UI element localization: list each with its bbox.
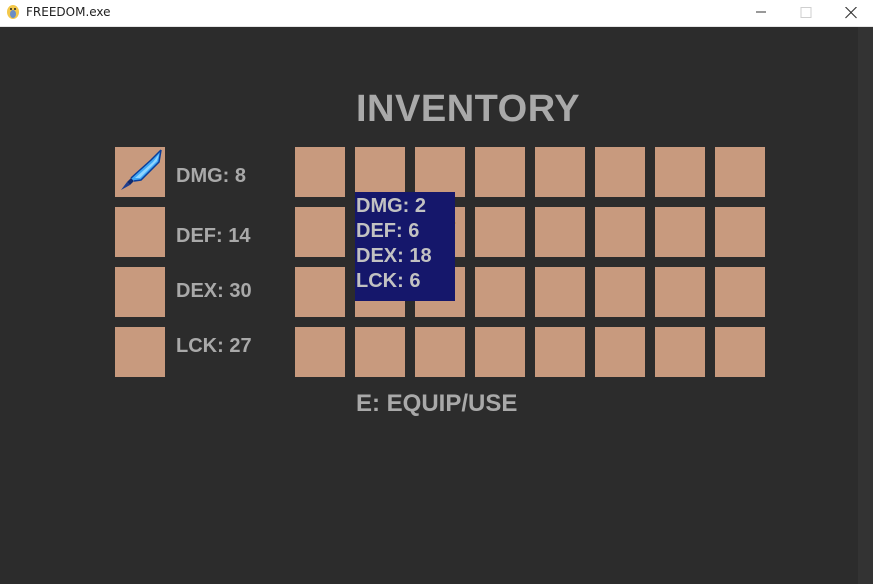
tooltip-def: DEF: 6 (356, 220, 420, 242)
pygame-snake-icon (7, 5, 19, 19)
inventory-title: INVENTORY (356, 88, 581, 130)
inventory-slot[interactable] (655, 267, 705, 317)
inventory-slot[interactable] (475, 147, 525, 197)
inventory-slot[interactable] (715, 147, 765, 197)
inventory-slot[interactable] (535, 327, 585, 377)
inventory-slot[interactable] (355, 147, 405, 197)
stat-lck: LCK: 27 (176, 335, 252, 357)
inventory-slot[interactable] (655, 207, 705, 257)
window-edge (858, 27, 873, 584)
maximize-button[interactable] (783, 0, 829, 26)
item-tooltip: DMG: 2 DEF: 6 DEX: 18 LCK: 6 (355, 192, 455, 301)
close-button[interactable] (828, 0, 873, 26)
equip-hint: E: EQUIP/USE (356, 390, 518, 417)
inventory-slot[interactable] (535, 207, 585, 257)
inventory-slot[interactable] (655, 147, 705, 197)
maximize-icon (800, 7, 812, 18)
window-title: FREEDOM.exe (26, 5, 111, 19)
inventory-slot[interactable] (715, 327, 765, 377)
equip-slot-accessory[interactable] (115, 267, 165, 317)
window-titlebar: FREEDOM.exe (0, 0, 873, 27)
inventory-slot[interactable] (715, 267, 765, 317)
minimize-icon (756, 11, 766, 13)
blue-blade-icon (121, 149, 162, 190)
inventory-slot[interactable] (295, 267, 345, 317)
stat-dex: DEX: 30 (176, 280, 252, 302)
inventory-slot[interactable] (415, 327, 465, 377)
inventory-slot[interactable] (295, 147, 345, 197)
inventory-slot[interactable] (295, 207, 345, 257)
inventory-slot[interactable] (595, 147, 645, 197)
tooltip-lck: LCK: 6 (356, 270, 421, 292)
stat-def: DEF: 14 (176, 225, 251, 247)
inventory-slot[interactable] (595, 267, 645, 317)
inventory-slot[interactable] (595, 327, 645, 377)
inventory-slot[interactable] (415, 147, 465, 197)
inventory-slot[interactable] (475, 207, 525, 257)
tooltip-dmg: DMG: 2 (356, 195, 426, 217)
tooltip-dex: DEX: 18 (356, 245, 432, 267)
equip-slot-armor[interactable] (115, 207, 165, 257)
inventory-slot[interactable] (475, 327, 525, 377)
close-icon (845, 7, 857, 19)
inventory-slot[interactable] (475, 267, 525, 317)
equip-slot-charm[interactable] (115, 327, 165, 377)
inventory-slot[interactable] (595, 207, 645, 257)
inventory-slot[interactable] (535, 147, 585, 197)
inventory-slot[interactable] (355, 327, 405, 377)
minimize-button[interactable] (738, 0, 784, 26)
inventory-slot[interactable] (715, 207, 765, 257)
inventory-slot[interactable] (295, 327, 345, 377)
stat-dmg: DMG: 8 (176, 165, 246, 187)
inventory-slot[interactable] (655, 327, 705, 377)
equip-slot-weapon[interactable] (115, 147, 165, 197)
inventory-slot[interactable] (535, 267, 585, 317)
